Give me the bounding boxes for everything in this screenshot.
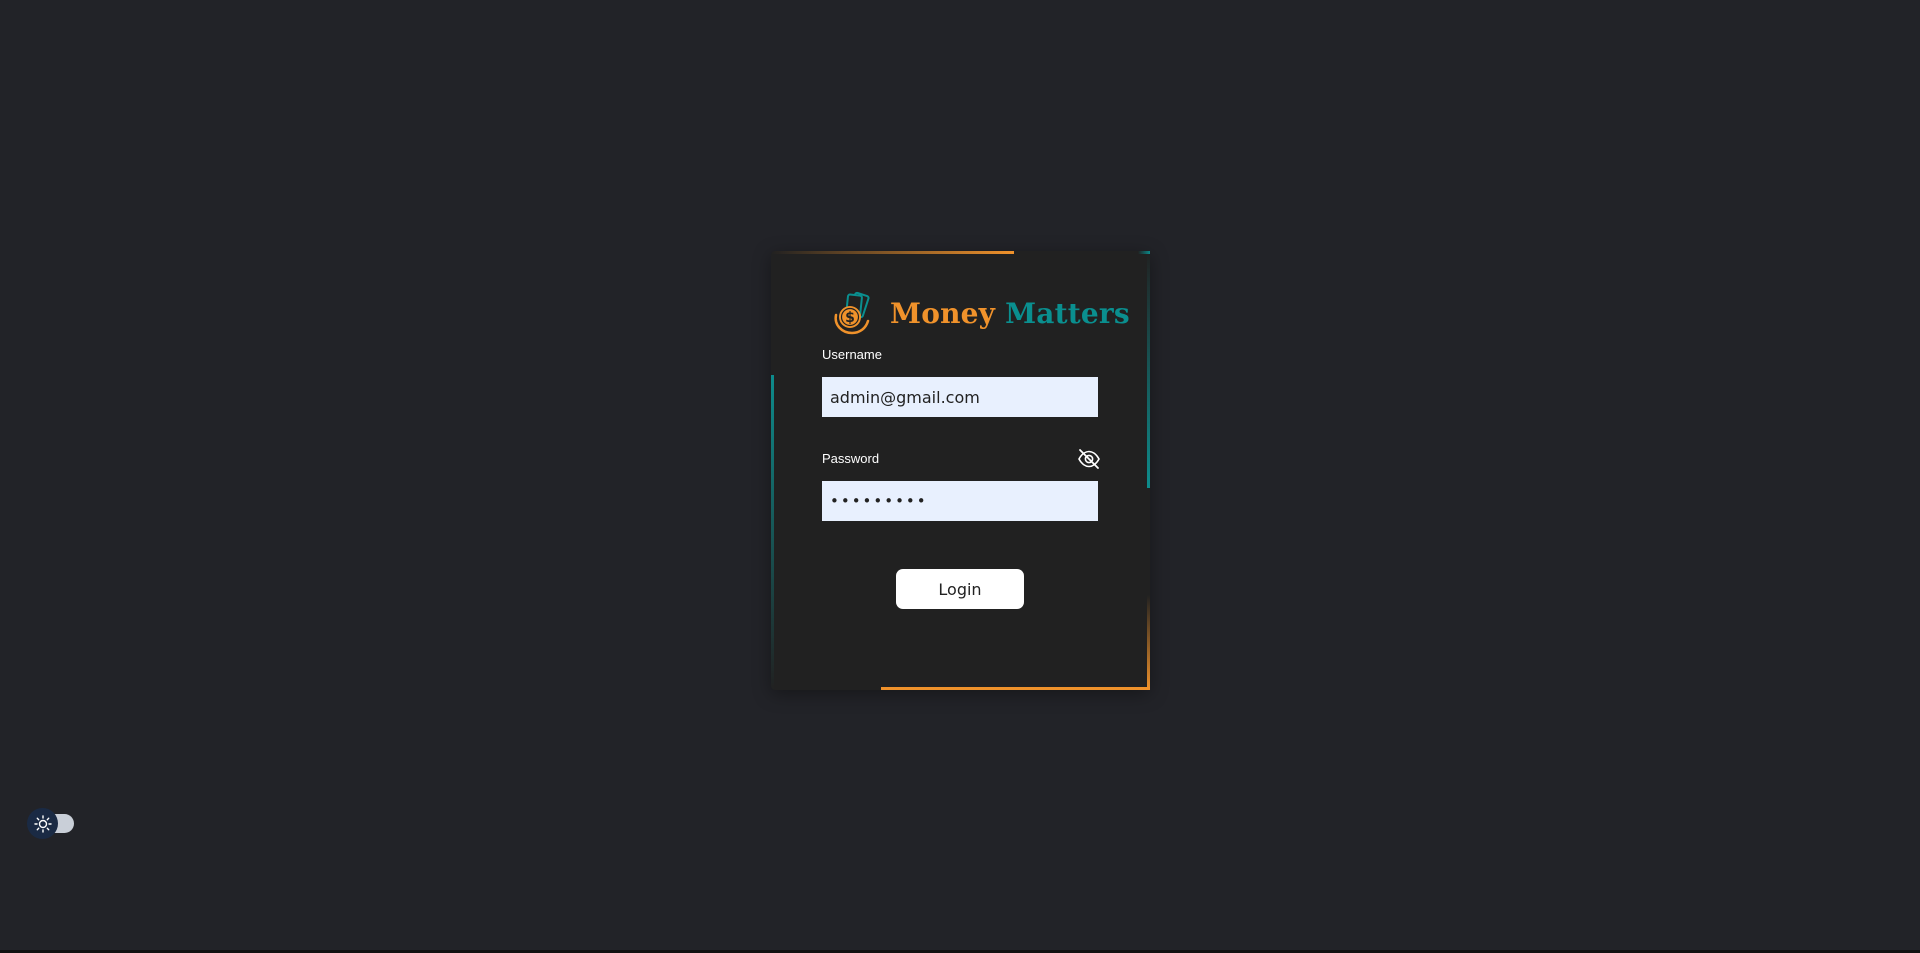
dollar-coin-icon: $ [834,291,870,335]
brand-name: Money Matters [890,297,1130,330]
login-page: $ Money Matters Username admin@gmail.com… [0,0,1920,953]
sun-icon [33,814,52,833]
svg-text:$: $ [845,310,855,326]
login-button[interactable]: Login [896,569,1024,609]
username-label: Username [822,347,882,362]
theme-toggle[interactable] [27,808,75,839]
brand-header: $ Money Matters [830,291,1130,335]
password-label: Password [822,451,880,466]
brand-name-money: Money [890,296,996,330]
password-input[interactable]: ••••••••• [822,481,1098,521]
card-border-right [1147,251,1150,488]
login-card: $ Money Matters Username admin@gmail.com… [771,251,1150,690]
card-border-left [771,375,774,690]
theme-toggle-knob [27,808,58,839]
card-border-bottom-right [1147,595,1150,690]
brand-name-matters: Matters [1005,296,1130,330]
eye-slash-icon[interactable] [1077,448,1101,470]
card-border-top [771,251,1014,254]
card-border-bottom [881,687,1150,690]
username-input[interactable]: admin@gmail.com [822,377,1098,417]
